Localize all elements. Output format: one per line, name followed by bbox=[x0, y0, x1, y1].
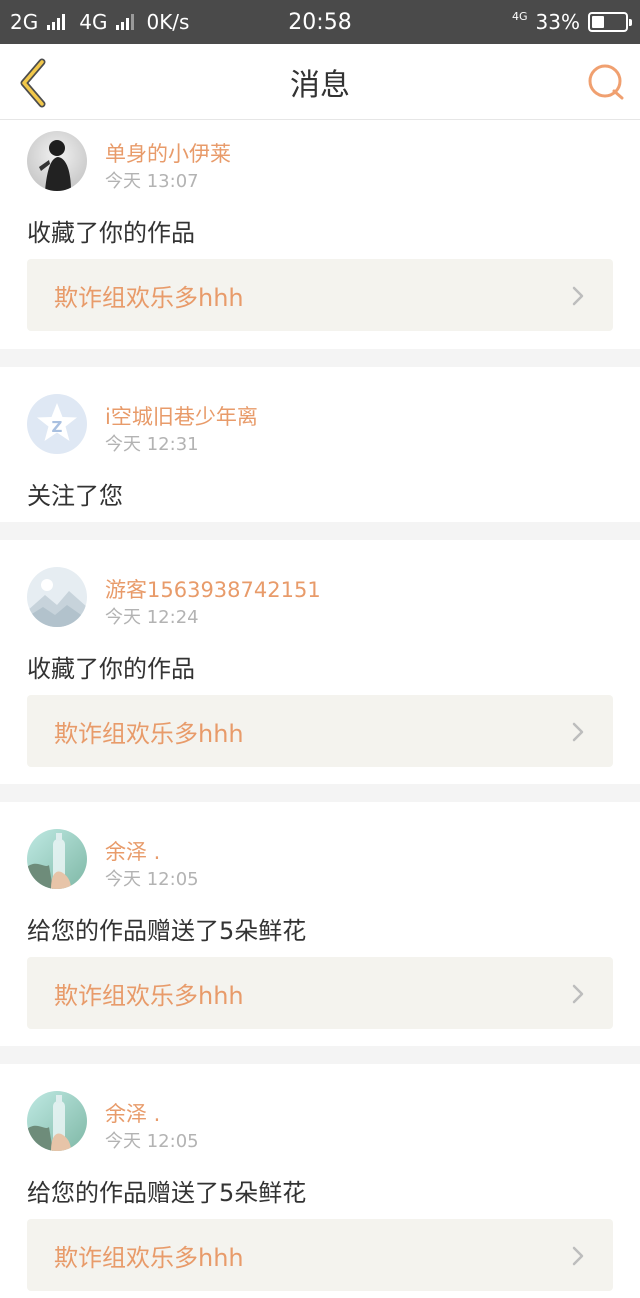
work-link[interactable]: 欺诈组欢乐多hhh bbox=[27, 259, 613, 331]
timestamp: 今天 12:31 bbox=[105, 434, 199, 455]
action-text: 给您的作品赠送了5朵鲜花 bbox=[27, 1179, 307, 1207]
timestamp: 今天 12:05 bbox=[105, 869, 199, 890]
search-button[interactable] bbox=[586, 62, 626, 102]
avatar[interactable] bbox=[27, 1091, 87, 1151]
work-link[interactable]: 欺诈组欢乐多hhh bbox=[27, 1219, 613, 1291]
battery-icon bbox=[588, 12, 632, 32]
chevron-right-icon bbox=[572, 286, 584, 306]
search-icon bbox=[588, 64, 624, 100]
username[interactable]: 单身的小伊莱 bbox=[105, 138, 231, 168]
username[interactable]: 余泽 . bbox=[105, 836, 160, 866]
status-bar: 2G 4G 0K/s 20:58 4G 33% bbox=[0, 0, 640, 44]
avatar[interactable] bbox=[27, 131, 87, 191]
username[interactable]: 游客1563938742151 bbox=[105, 574, 321, 604]
message-item[interactable]: 游客1563938742151 今天 12:24 收藏了你的作品 欺诈组欢乐多h… bbox=[0, 540, 640, 784]
avatar[interactable] bbox=[27, 567, 87, 627]
page-title: 消息 bbox=[290, 68, 350, 103]
separator bbox=[0, 1046, 640, 1064]
timestamp: 今天 12:24 bbox=[105, 607, 199, 628]
message-item[interactable]: 余泽 . 今天 12:05 给您的作品赠送了5朵鲜花 欺诈组欢乐多hhh bbox=[0, 1064, 640, 1298]
action-text: 关注了您 bbox=[27, 482, 123, 510]
message-item[interactable]: 余泽 . 今天 12:05 给您的作品赠送了5朵鲜花 欺诈组欢乐多hhh bbox=[0, 802, 640, 1046]
work-title: 欺诈组欢乐多hhh bbox=[54, 1243, 244, 1272]
timestamp: 今天 12:05 bbox=[105, 1131, 199, 1152]
chevron-right-icon bbox=[572, 1246, 584, 1266]
battery-percent: 33% bbox=[535, 10, 580, 34]
work-title: 欺诈组欢乐多hhh bbox=[54, 283, 244, 312]
action-text: 给您的作品赠送了5朵鲜花 bbox=[27, 917, 307, 945]
action-text: 收藏了你的作品 bbox=[27, 219, 195, 247]
work-title: 欺诈组欢乐多hhh bbox=[54, 719, 244, 748]
separator bbox=[0, 522, 640, 540]
work-link[interactable]: 欺诈组欢乐多hhh bbox=[27, 957, 613, 1029]
timestamp: 今天 13:07 bbox=[105, 171, 199, 192]
message-item[interactable]: Z i空城旧巷少年离 今天 12:31 关注了您 bbox=[0, 367, 640, 522]
separator bbox=[0, 349, 640, 367]
nav-bar: 消息 bbox=[0, 44, 640, 120]
chevron-right-icon bbox=[572, 984, 584, 1004]
message-feed: 单身的小伊莱 今天 13:07 收藏了你的作品 欺诈组欢乐多hhh Z i空城旧… bbox=[0, 121, 640, 1298]
avatar[interactable] bbox=[27, 829, 87, 889]
chevron-right-icon bbox=[572, 722, 584, 742]
action-text: 收藏了你的作品 bbox=[27, 655, 195, 683]
network-indicator: 4G bbox=[512, 9, 528, 23]
avatar[interactable]: Z bbox=[27, 394, 87, 454]
work-link[interactable]: 欺诈组欢乐多hhh bbox=[27, 695, 613, 767]
status-right: 4G 33% bbox=[512, 0, 632, 44]
svg-text:Z: Z bbox=[52, 418, 63, 436]
username[interactable]: i空城旧巷少年离 bbox=[105, 401, 258, 431]
username[interactable]: 余泽 . bbox=[105, 1098, 160, 1128]
work-title: 欺诈组欢乐多hhh bbox=[54, 981, 244, 1010]
message-item[interactable]: 单身的小伊莱 今天 13:07 收藏了你的作品 欺诈组欢乐多hhh bbox=[0, 121, 640, 349]
separator bbox=[0, 784, 640, 802]
